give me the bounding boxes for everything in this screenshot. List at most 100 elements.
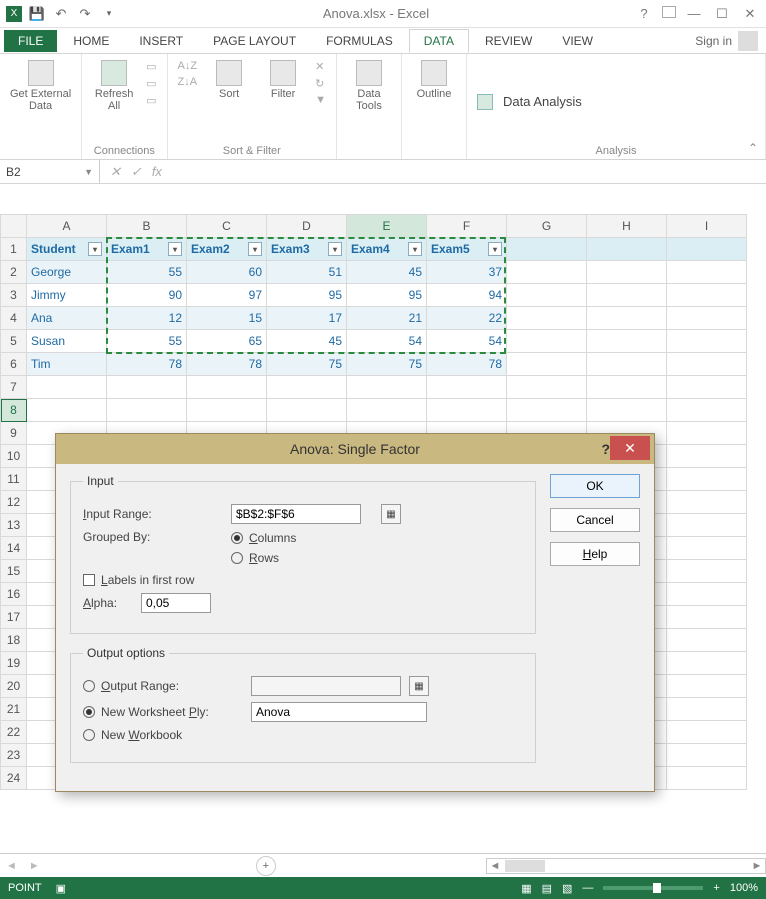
cell[interactable]: 75 bbox=[267, 353, 347, 376]
cell[interactable]: Susan bbox=[27, 330, 107, 353]
cell[interactable] bbox=[667, 629, 747, 652]
tab-review[interactable]: REVIEW bbox=[471, 30, 546, 52]
row-header-17[interactable]: 17 bbox=[1, 606, 27, 629]
cell[interactable]: Ana bbox=[27, 307, 107, 330]
filter-dropdown-icon[interactable]: ▾ bbox=[328, 242, 342, 256]
row-header-15[interactable]: 15 bbox=[1, 560, 27, 583]
row-header-12[interactable]: 12 bbox=[1, 491, 27, 514]
cancel-formula-icon[interactable]: ✕ bbox=[110, 164, 121, 180]
cell[interactable] bbox=[187, 376, 267, 399]
cell[interactable] bbox=[507, 330, 587, 353]
ribbon-options-icon[interactable] bbox=[662, 6, 676, 18]
tab-data[interactable]: DATA bbox=[409, 29, 469, 53]
cell[interactable] bbox=[667, 514, 747, 537]
col-header-C[interactable]: C bbox=[187, 215, 267, 238]
col-header-D[interactable]: D bbox=[267, 215, 347, 238]
cell[interactable] bbox=[507, 284, 587, 307]
row-header-13[interactable]: 13 bbox=[1, 514, 27, 537]
cell[interactable] bbox=[267, 399, 347, 422]
save-icon[interactable]: 💾 bbox=[28, 5, 46, 23]
cell[interactable] bbox=[27, 376, 107, 399]
row-header-8[interactable]: 8 bbox=[1, 399, 27, 422]
input-range-field[interactable] bbox=[231, 504, 361, 524]
tab-page-layout[interactable]: PAGE LAYOUT bbox=[199, 30, 310, 52]
dialog-close-button[interactable]: ✕ bbox=[610, 436, 650, 460]
output-range-picker-icon[interactable]: ▦ bbox=[409, 676, 429, 696]
col-header-F[interactable]: F bbox=[427, 215, 507, 238]
dialog-titlebar[interactable]: Anova: Single Factor ? ✕ bbox=[56, 434, 654, 464]
table-header-cell[interactable]: Exam5▾ bbox=[427, 238, 507, 261]
cell[interactable]: 90 bbox=[107, 284, 187, 307]
cell[interactable]: 75 bbox=[347, 353, 427, 376]
table-header-cell[interactable]: Exam2▾ bbox=[187, 238, 267, 261]
reapply-icon[interactable]: ↻ bbox=[315, 77, 326, 90]
refresh-all-button[interactable]: Refresh All bbox=[92, 60, 136, 112]
col-header-H[interactable]: H bbox=[587, 215, 667, 238]
cell[interactable]: George bbox=[27, 261, 107, 284]
data-tools-button[interactable]: Data Tools bbox=[347, 60, 391, 112]
cell[interactable] bbox=[27, 399, 107, 422]
edit-links-icon[interactable]: ▭ bbox=[146, 94, 156, 107]
col-header-B[interactable]: B bbox=[107, 215, 187, 238]
close-icon[interactable]: ✕ bbox=[740, 6, 760, 22]
table-header-cell[interactable]: Exam4▾ bbox=[347, 238, 427, 261]
zoom-level[interactable]: 100% bbox=[730, 882, 758, 894]
normal-view-icon[interactable]: ▦ bbox=[521, 882, 531, 895]
cell[interactable]: 94 bbox=[427, 284, 507, 307]
tab-home[interactable]: HOME bbox=[59, 30, 123, 52]
properties-icon[interactable]: ▭ bbox=[146, 77, 156, 90]
cell[interactable] bbox=[587, 307, 667, 330]
cell[interactable]: 22 bbox=[427, 307, 507, 330]
dialog-help-icon[interactable]: ? bbox=[601, 441, 610, 457]
cell[interactable]: 12 bbox=[107, 307, 187, 330]
cell[interactable] bbox=[667, 284, 747, 307]
table-header-cell[interactable]: Exam1▾ bbox=[107, 238, 187, 261]
sheet-nav-prev-icon[interactable]: ◄ bbox=[0, 860, 23, 872]
filter-dropdown-icon[interactable]: ▾ bbox=[408, 242, 422, 256]
new-worksheet-field[interactable] bbox=[251, 702, 427, 722]
cell[interactable] bbox=[507, 307, 587, 330]
filter-dropdown-icon[interactable]: ▾ bbox=[88, 242, 102, 256]
filter-dropdown-icon[interactable]: ▾ bbox=[488, 242, 502, 256]
minimize-icon[interactable]: — bbox=[684, 6, 704, 22]
table-header-cell[interactable]: Student▾ bbox=[27, 238, 107, 261]
cell[interactable]: 95 bbox=[267, 284, 347, 307]
cell[interactable] bbox=[587, 376, 667, 399]
row-header-5[interactable]: 5 bbox=[1, 330, 27, 353]
row-header-9[interactable]: 9 bbox=[1, 422, 27, 445]
row-header-11[interactable]: 11 bbox=[1, 468, 27, 491]
cell[interactable]: 78 bbox=[107, 353, 187, 376]
col-header-G[interactable]: G bbox=[507, 215, 587, 238]
cell[interactable]: 17 bbox=[267, 307, 347, 330]
row-header-4[interactable]: 4 bbox=[1, 307, 27, 330]
row-header-10[interactable]: 10 bbox=[1, 445, 27, 468]
name-box[interactable]: B2 ▼ bbox=[0, 160, 100, 183]
macro-record-icon[interactable]: ▣ bbox=[56, 882, 66, 895]
output-range-field[interactable] bbox=[251, 676, 401, 696]
undo-icon[interactable]: ↶ bbox=[52, 5, 70, 23]
cell[interactable] bbox=[507, 238, 587, 261]
help-button[interactable]: Help bbox=[550, 542, 640, 566]
tab-insert[interactable]: INSERT bbox=[125, 30, 197, 52]
cell[interactable] bbox=[427, 399, 507, 422]
filter-dropdown-icon[interactable]: ▾ bbox=[168, 242, 182, 256]
cell[interactable] bbox=[587, 238, 667, 261]
cell[interactable]: 45 bbox=[347, 261, 427, 284]
cell[interactable] bbox=[667, 330, 747, 353]
cell[interactable]: 95 bbox=[347, 284, 427, 307]
cell[interactable] bbox=[507, 353, 587, 376]
page-break-view-icon[interactable]: ▧ bbox=[562, 882, 572, 895]
cell[interactable]: Jimmy bbox=[27, 284, 107, 307]
cell[interactable] bbox=[667, 698, 747, 721]
maximize-icon[interactable]: ☐ bbox=[712, 6, 732, 22]
alpha-field[interactable] bbox=[141, 593, 211, 613]
cell[interactable] bbox=[667, 261, 747, 284]
sort-button[interactable]: Sort bbox=[207, 60, 251, 100]
clear-filter-icon[interactable]: ✕ bbox=[315, 60, 326, 73]
cell[interactable] bbox=[667, 721, 747, 744]
cell[interactable] bbox=[507, 376, 587, 399]
col-header-I[interactable]: I bbox=[667, 215, 747, 238]
rows-radio[interactable]: Rows bbox=[231, 551, 279, 565]
cell[interactable] bbox=[667, 537, 747, 560]
row-header-21[interactable]: 21 bbox=[1, 698, 27, 721]
